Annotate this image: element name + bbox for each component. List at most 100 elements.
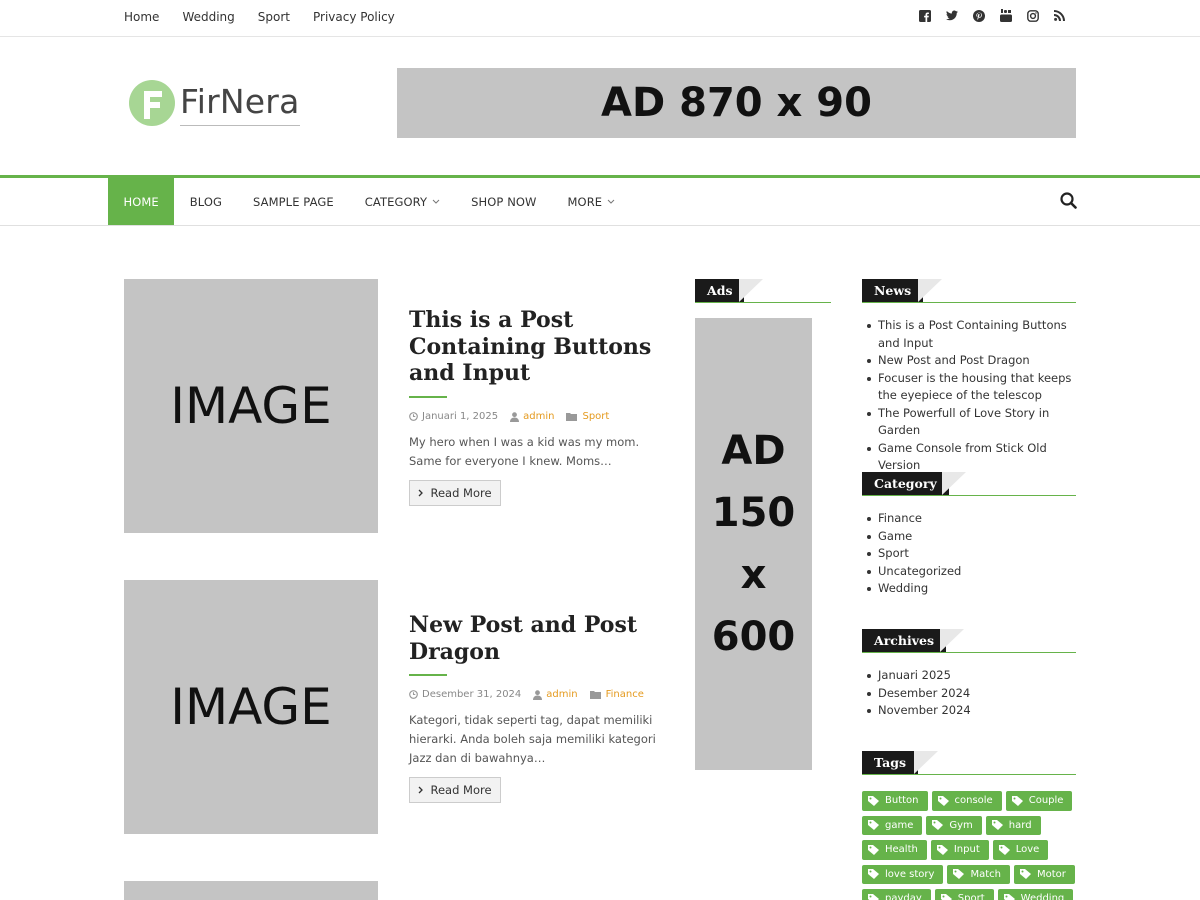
news-widget-title: News (862, 279, 924, 302)
clock-icon (409, 690, 418, 699)
category-item[interactable]: Uncategorized (867, 563, 1078, 581)
tag-chip[interactable]: Match (947, 864, 1010, 884)
post-author-text: admin (546, 689, 578, 700)
tag-icon (937, 795, 949, 806)
news-item[interactable]: Game Console from Stick Old Version (867, 440, 1078, 475)
tag-icon (1011, 795, 1023, 806)
tag-chip[interactable]: Health (862, 840, 927, 860)
category-item[interactable]: Sport (867, 545, 1078, 563)
tag-chip[interactable]: Sport (934, 889, 994, 900)
post-category[interactable]: Sport (566, 411, 609, 422)
instagram-icon[interactable] (1026, 9, 1039, 22)
tag-icon (868, 795, 879, 806)
rss-icon[interactable] (1053, 9, 1066, 22)
tag-chip[interactable]: Couple (1005, 791, 1073, 811)
top-nav-home[interactable]: Home (124, 10, 159, 24)
tag-icon (932, 820, 944, 831)
post-thumbnail[interactable]: IMAGE (124, 580, 378, 834)
post-thumbnail[interactable]: IMAGE (124, 279, 378, 533)
folder-icon (589, 691, 601, 699)
archive-item[interactable]: Desember 2024 (867, 685, 1078, 703)
user-icon (533, 689, 543, 700)
tag-icon (868, 869, 879, 880)
post-thumbnail[interactable] (124, 881, 378, 900)
archive-item[interactable]: Januari 2025 (867, 667, 1078, 685)
tag-label: console (954, 795, 993, 807)
news-widget-header: News (862, 279, 1076, 303)
tag-chip[interactable]: Motor (1013, 864, 1075, 884)
tag-label: Couple (1028, 795, 1064, 807)
nav-blog-label: BLOG (189, 194, 223, 209)
post-meta: Desember 31, 2024 admin Finance (409, 689, 644, 700)
tag-chip[interactable]: love story (862, 864, 944, 884)
news-item[interactable]: The Powerfull of Love Story in Garden (867, 405, 1078, 440)
header-tab-decoration (739, 279, 763, 302)
post-author[interactable]: admin (533, 689, 578, 700)
chevron-right-icon (419, 489, 424, 497)
post-title[interactable]: New Post and Post Dragon (409, 612, 669, 665)
nav-shop-now[interactable]: SHOP NOW (456, 178, 552, 225)
pinterest-icon[interactable] (972, 9, 985, 22)
post-title[interactable]: This is a Post Containing Buttons and In… (409, 307, 669, 387)
post-date: Desember 31, 2024 (409, 689, 521, 700)
facebook-icon[interactable] (918, 9, 931, 22)
nav-more[interactable]: MORE (552, 178, 631, 225)
header-tab-decoration (914, 751, 938, 774)
nav-menu: HOME BLOG SAMPLE PAGE CATEGORY SHOP NOW … (108, 178, 631, 225)
header-ad-banner[interactable]: AD 870 x 90 (397, 68, 1076, 138)
top-nav-privacy-policy[interactable]: Privacy Policy (313, 10, 395, 24)
tag-label: Sport (957, 893, 985, 900)
tag-icon (998, 844, 1010, 855)
tag-chip[interactable]: console (931, 791, 1002, 811)
tag-chip[interactable]: Input (930, 840, 989, 860)
read-more-button[interactable]: Read More (409, 480, 501, 506)
nav-blog[interactable]: BLOG (174, 178, 237, 225)
tag-chip[interactable]: Love (992, 840, 1049, 860)
news-item[interactable]: New Post and Post Dragon (867, 352, 1078, 370)
top-bar: Home Wedding Sport Privacy Policy (0, 0, 1200, 37)
twitter-icon[interactable] (945, 9, 958, 22)
tag-chip[interactable]: Wedding (997, 889, 1074, 900)
post-author-text: admin (523, 411, 555, 422)
tag-chip[interactable]: Button (862, 791, 928, 811)
tag-chip[interactable]: payday (862, 889, 931, 900)
tag-label: Gym (949, 819, 973, 831)
tag-icon (953, 869, 965, 880)
nav-category[interactable]: CATEGORY (349, 178, 455, 225)
category-item[interactable]: Finance (867, 510, 1078, 528)
search-icon[interactable] (1060, 192, 1078, 210)
tag-label: Health (885, 844, 918, 856)
tag-label: Input (953, 844, 980, 856)
chevron-down-icon (432, 197, 440, 206)
category-item[interactable]: Game (867, 528, 1078, 546)
youtube-icon[interactable] (999, 9, 1012, 22)
top-nav-sport[interactable]: Sport (258, 10, 290, 24)
nav-sample-page[interactable]: SAMPLE PAGE (238, 178, 350, 225)
news-item[interactable]: This is a Post Containing Buttons and In… (867, 317, 1078, 352)
chevron-down-icon (607, 197, 615, 206)
archive-item[interactable]: November 2024 (867, 702, 1078, 720)
nav-home[interactable]: HOME (108, 178, 175, 225)
news-list: This is a Post Containing Buttons and In… (867, 317, 1078, 475)
sidebar-ad-banner[interactable]: AD 150 x 600 (695, 318, 812, 770)
chevron-right-icon (419, 786, 424, 794)
logo-underline (180, 125, 300, 126)
tag-chip[interactable]: hard (985, 815, 1041, 835)
post-category[interactable]: Finance (589, 689, 644, 700)
site-logo[interactable]: FirNera (128, 78, 300, 128)
post-date-text: Januari 1, 2025 (422, 411, 499, 422)
tag-chip[interactable]: Gym (926, 815, 982, 835)
nav-shop-now-label: SHOP NOW (471, 194, 537, 209)
category-widget-header: Category (862, 472, 1076, 496)
archives-widget-title: Archives (862, 629, 946, 652)
top-nav-wedding[interactable]: Wedding (182, 10, 234, 24)
news-item[interactable]: Focuser is the housing that keeps the ey… (867, 370, 1078, 405)
post-author[interactable]: admin (510, 411, 554, 422)
top-nav: Home Wedding Sport Privacy Policy (124, 10, 395, 24)
tag-chip[interactable]: game (862, 815, 923, 835)
category-item[interactable]: Wedding (867, 580, 1078, 598)
read-more-button[interactable]: Read More (409, 777, 501, 803)
tag-label: hard (1008, 819, 1032, 831)
tag-icon (1003, 893, 1015, 900)
main-nav: HOME BLOG SAMPLE PAGE CATEGORY SHOP NOW … (0, 175, 1200, 226)
